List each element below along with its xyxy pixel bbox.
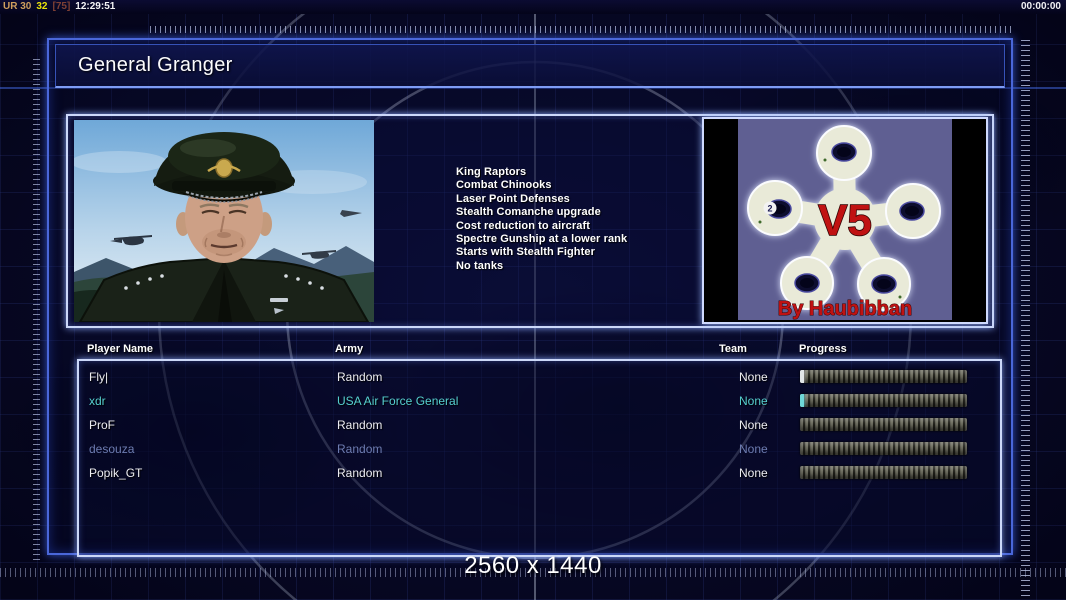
resolution-label: 2560 x 1440 bbox=[464, 552, 602, 579]
player-team: None bbox=[739, 442, 768, 456]
ability-item: Stealth Comanche upgrade bbox=[456, 206, 601, 219]
name-badge bbox=[270, 298, 288, 302]
general-portrait bbox=[74, 120, 374, 322]
player-table-header: Player Name Army Team Progress bbox=[77, 343, 1007, 359]
player-row: Popik_GT Random None bbox=[79, 461, 1000, 485]
player-name: desouza bbox=[89, 442, 135, 456]
player-row: ProF Random None bbox=[79, 413, 1000, 437]
progress-fill bbox=[800, 370, 804, 383]
map-author-label: By Haubibban bbox=[778, 298, 912, 320]
ability-item: Spectre Gunship at a lower rank bbox=[456, 233, 628, 246]
load-progress-bar bbox=[800, 394, 967, 407]
ability-item: Cost reduction to aircraft bbox=[456, 219, 591, 232]
load-progress-bar bbox=[800, 466, 967, 479]
ruler-left bbox=[33, 56, 40, 560]
column-header-progress: Progress bbox=[799, 343, 847, 355]
status-bar: UR 30 32 [75] 12:29:51 00:00:00 bbox=[0, 0, 1066, 14]
load-progress-bar bbox=[800, 370, 967, 383]
load-progress-bar bbox=[800, 418, 967, 431]
player-row: Fly| Random None bbox=[79, 365, 1000, 389]
player-team: None bbox=[739, 418, 768, 432]
connection-indicator: UR 30 bbox=[3, 1, 32, 12]
player-team: None bbox=[739, 370, 768, 384]
lobby-panel: General Granger King Raptors Combat Chin… bbox=[47, 38, 1013, 557]
map-preview: 2 V5 By Haubibban bbox=[702, 117, 988, 324]
match-timer: 00:00:00 bbox=[1020, 1, 1061, 12]
progress-fill bbox=[800, 394, 804, 407]
general-info-panel: King Raptors Combat Chinooks Laser Point… bbox=[66, 114, 994, 328]
column-header-player-name: Player Name bbox=[87, 343, 154, 355]
clock: 12:29:51 bbox=[75, 1, 116, 12]
player-army: Random bbox=[337, 418, 383, 432]
ruler-top bbox=[150, 26, 1012, 33]
player-list-panel: Fly| Random None xdr USA Air Force Gener… bbox=[77, 359, 1002, 557]
map-version-label: V5 bbox=[818, 196, 872, 245]
ruler-right bbox=[1021, 36, 1030, 596]
screen-header: General Granger bbox=[55, 44, 1005, 88]
cap-emblem bbox=[215, 158, 233, 178]
ability-item: No tanks bbox=[456, 259, 504, 272]
ability-item: Combat Chinooks bbox=[456, 179, 552, 192]
player-team: None bbox=[739, 466, 768, 480]
player-army: Random bbox=[337, 466, 383, 480]
column-header-team: Team bbox=[719, 343, 747, 355]
player-name: ProF bbox=[89, 418, 116, 432]
player-row: desouza Random None bbox=[79, 437, 1000, 461]
column-header-army: Army bbox=[335, 343, 364, 355]
latency-value: [75] bbox=[52, 1, 71, 12]
abilities-list: King Raptors Combat Chinooks Laser Point… bbox=[456, 166, 627, 273]
load-progress-bar bbox=[800, 442, 967, 455]
player-name: xdr bbox=[89, 394, 106, 408]
player-slot-badge: 2 bbox=[767, 204, 772, 214]
player-team: None bbox=[739, 394, 768, 408]
map-preview-image: 2 V5 By Haubibban bbox=[704, 119, 986, 321]
player-name: Fly| bbox=[89, 370, 109, 384]
fps-value: 32 bbox=[36, 1, 48, 12]
page-title: General Granger bbox=[78, 54, 233, 76]
player-army: Random bbox=[337, 442, 383, 456]
player-name: Popik_GT bbox=[89, 466, 143, 480]
player-row: xdr USA Air Force General None bbox=[79, 389, 1000, 413]
player-army: USA Air Force General bbox=[337, 394, 459, 408]
ability-item: Starts with Stealth Fighter bbox=[456, 246, 595, 259]
ability-item: King Raptors bbox=[456, 166, 527, 178]
ability-item: Laser Point Defenses bbox=[456, 192, 570, 205]
player-army: Random bbox=[337, 370, 383, 384]
